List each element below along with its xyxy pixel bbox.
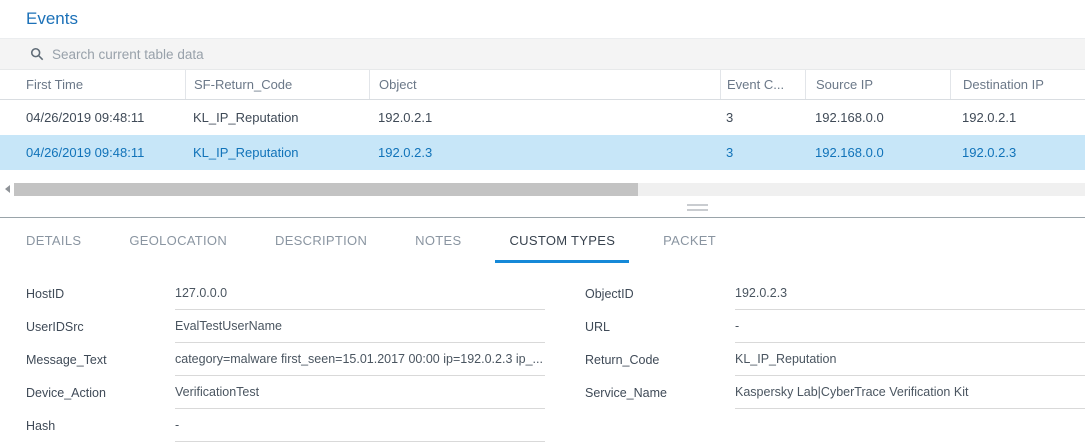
field-label: Hash [26,409,175,442]
field-label: Service_Name [585,376,735,409]
panel-header: Events [0,0,1085,39]
field-value: VerificationTest [175,376,545,409]
cell-event-count: 3 [720,135,805,170]
cell-event-count: 13 [720,170,805,181]
tab-custom-types[interactable]: CUSTOM TYPES [495,218,629,263]
cell-destination-ip: 192.0.2.3 [950,135,1085,170]
cell-return-code: KL_BotnetCnC_URL [185,170,369,181]
table-row-selected[interactable]: 04/26/2019 09:48:11 KL_IP_Reputation 192… [0,135,1085,170]
cell-first-time: 04/26/2019 09:48:11 [0,100,185,135]
cell-first-time: 04/26/2019 09:48:11 [0,170,185,181]
cell-object: 192.0.2.3 [369,135,720,170]
grip-line [687,209,708,211]
cell-source-ip: 192.168.0.0 [805,100,950,135]
search-icon [30,47,44,61]
scrollbar-thumb[interactable] [14,183,638,196]
column-header-sf-return-code[interactable]: SF-Return_Code [185,70,369,99]
cell-object: 192.0.2.1 [369,100,720,135]
arrow-left-icon [5,185,10,193]
field-label: Message_Text [26,343,175,376]
search-bar [0,39,1085,70]
cell-source-ip: 192.168.0.0 [805,170,950,181]
field-hostid: HostID 127.0.0.0 [26,277,545,310]
cell-return-code: KL_IP_Reputation [185,100,369,135]
cell-destination-ip [950,170,1085,181]
field-return-code: Return_Code KL_IP_Reputation [585,343,1085,376]
column-header-source-ip[interactable]: Source IP [805,70,950,99]
field-useridsrc: UserIDSrc EvalTestUserName [26,310,545,343]
column-header-destination-ip[interactable]: Destination IP [950,70,1085,99]
scrollbar-track[interactable] [14,183,1085,196]
field-label: ObjectID [585,277,735,310]
field-hash: Hash - [26,409,545,442]
tab-description[interactable]: DESCRIPTION [261,218,381,263]
panel-gap [0,197,1085,217]
field-label: Return_Code [585,343,735,376]
field-url: URL - [585,310,1085,343]
tab-packet[interactable]: PACKET [649,218,730,263]
page-title: Events [26,9,78,29]
field-value: KL_IP_Reputation [735,343,1085,376]
horizontal-scrollbar [0,181,1085,197]
tab-geolocation[interactable]: GEOLOCATION [115,218,241,263]
field-value: - [735,310,1085,343]
field-label: URL [585,310,735,343]
column-header-object[interactable]: Object [369,70,720,99]
field-value: - [175,409,545,442]
cell-first-time: 04/26/2019 09:48:11 [0,135,185,170]
column-header-event-count[interactable]: Event C... [720,70,805,99]
tab-notes[interactable]: NOTES [401,218,475,263]
field-value: Kaspersky Lab|CyberTrace Verification Ki… [735,376,1085,409]
table-header: First Time SF-Return_Code Object Event C… [0,70,1085,100]
field-service-name: Service_Name Kaspersky Lab|CyberTrace Ve… [585,376,1085,409]
cell-destination-ip: 192.0.2.1 [950,100,1085,135]
detail-tabs: DETAILS GEOLOCATION DESCRIPTION NOTES CU… [0,218,1085,263]
cell-return-code: KL_IP_Reputation [185,135,369,170]
field-label: Device_Action [26,376,175,409]
field-value: category=malware first_seen=15.01.2017 0… [175,343,545,376]
field-label: HostID [26,277,175,310]
table-row-partial[interactable]: 04/26/2019 09:48:11 KL_BotnetCnC_URL fak… [0,170,1085,181]
fields-column-left: HostID 127.0.0.0 UserIDSrc EvalTestUserN… [26,277,545,442]
resize-grip[interactable] [687,204,708,214]
column-header-first-time[interactable]: First Time [0,70,185,99]
grip-line [687,204,708,206]
scroll-left-button[interactable] [0,181,14,197]
field-objectid: ObjectID 192.0.2.3 [585,277,1085,310]
field-value: 127.0.0.0 [175,277,545,310]
cell-object: fakess123.nu (URL) [369,170,720,181]
fields-column-right: ObjectID 192.0.2.3 URL - Return_Code KL_… [585,277,1085,442]
cell-source-ip: 192.168.0.0 [805,135,950,170]
field-value: EvalTestUserName [175,310,545,343]
table-row[interactable]: 04/26/2019 09:48:11 KL_IP_Reputation 192… [0,100,1085,135]
field-label: UserIDSrc [26,310,175,343]
tab-details[interactable]: DETAILS [12,218,95,263]
field-value: 192.0.2.3 [735,277,1085,310]
custom-types-panel: HostID 127.0.0.0 UserIDSrc EvalTestUserN… [0,263,1085,442]
cell-event-count: 3 [720,100,805,135]
events-table-body: 04/26/2019 09:48:11 KL_IP_Reputation 192… [0,100,1085,181]
field-device-action: Device_Action VerificationTest [26,376,545,409]
search-input[interactable] [52,47,752,62]
field-message-text: Message_Text category=malware first_seen… [26,343,545,376]
